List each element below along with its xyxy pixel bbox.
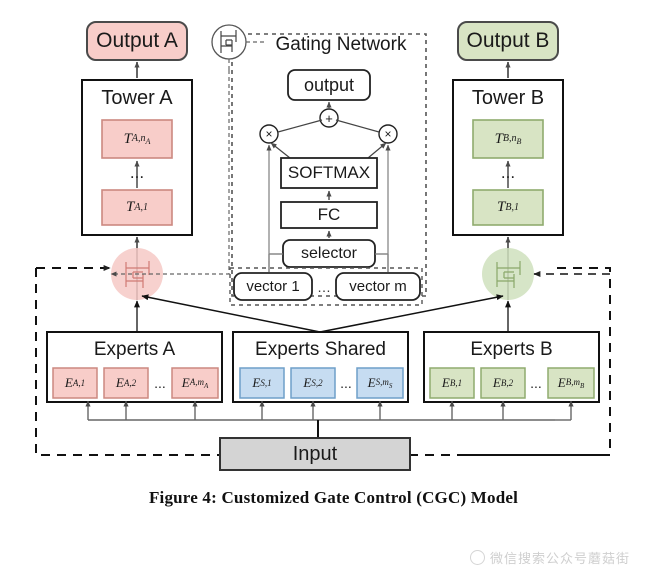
gating-network-panel (229, 33, 427, 306)
output-b-box (457, 21, 559, 61)
gate-circle-task-b (482, 248, 534, 300)
watermark-logo-icon (470, 550, 485, 565)
experts-to-gates-lines (134, 294, 511, 333)
watermark: 微信搜索公众号蘑菇街 (470, 548, 660, 570)
experts-a-box (46, 331, 223, 403)
tower-a-group (81, 79, 193, 236)
watermark-text: 微信搜索公众号蘑菇街 (490, 552, 631, 567)
input-bus-lines (85, 400, 574, 440)
tower-b-group (452, 79, 564, 236)
output-a-box (86, 21, 188, 61)
figure-caption: Figure 4: Customized Gate Control (CGC) … (148, 488, 519, 507)
gate-icon-top (211, 24, 264, 70)
input-box (219, 437, 411, 471)
experts-b-box (423, 331, 600, 403)
figure-canvas: Output A Output B Tower A T A,nA ... T A,1… (0, 0, 667, 580)
experts-shared-box (232, 331, 409, 403)
